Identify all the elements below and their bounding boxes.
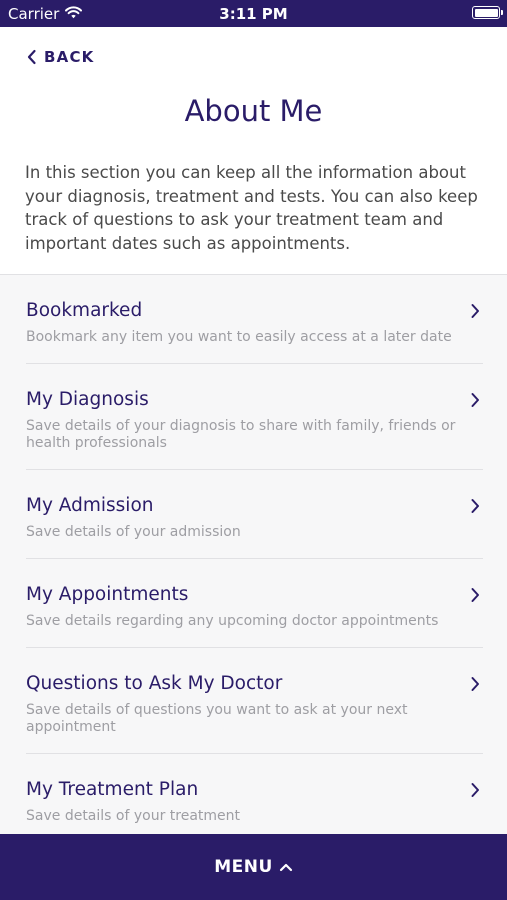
battery-icon <box>472 6 503 19</box>
list-item-subtitle: Save details regarding any upcoming doct… <box>26 613 439 629</box>
chevron-left-icon <box>27 49 36 65</box>
list-item-my-admission[interactable]: My Admission Save details of your admiss… <box>0 470 507 559</box>
list-item-my-treatment-plan[interactable]: My Treatment Plan Save details of your t… <box>0 754 507 834</box>
chevron-right-icon <box>471 304 479 318</box>
list-item-title: Bookmarked <box>26 300 143 321</box>
chevron-right-icon <box>471 499 479 513</box>
page-title: About Me <box>184 94 323 128</box>
chevron-right-icon <box>471 393 479 407</box>
list-item-title: My Treatment Plan <box>26 779 199 800</box>
list-item-bookmarked[interactable]: Bookmarked Bookmark any item you want to… <box>0 275 507 364</box>
list-item-my-diagnosis[interactable]: My Diagnosis Save details of your diagno… <box>0 364 507 470</box>
list-item-my-appointments[interactable]: My Appointments Save details regarding a… <box>0 559 507 648</box>
back-button[interactable]: BACK <box>26 48 94 66</box>
list-item-subtitle: Save details of your treatment <box>26 808 241 824</box>
chevron-up-icon <box>279 863 292 872</box>
chevron-right-icon <box>471 783 479 797</box>
list-item-title: My Appointments <box>26 584 189 605</box>
status-bar: Carrier 3:11 PM <box>0 0 507 27</box>
back-label: BACK <box>44 48 95 66</box>
list-item-title: My Admission <box>26 495 154 516</box>
chevron-right-icon <box>471 588 479 602</box>
list-item-subtitle: Save details of your diagnosis to share … <box>26 418 456 451</box>
chevron-right-icon <box>471 677 479 691</box>
about-me-list: Bookmarked Bookmark any item you want to… <box>0 274 507 834</box>
list-item-title: Questions to Ask My Doctor <box>26 673 283 694</box>
status-time: 3:11 PM <box>219 5 288 23</box>
list-item-subtitle: Bookmark any item you want to easily acc… <box>26 329 452 345</box>
list-item-subtitle: Save details of questions you want to as… <box>26 702 408 735</box>
list-item-questions-to-ask[interactable]: Questions to Ask My Doctor Save details … <box>0 648 507 754</box>
menu-label: MENU <box>214 857 273 877</box>
list-item-subtitle: Save details of your admission <box>26 524 241 540</box>
intro-text: In this section you can keep all the inf… <box>25 163 478 253</box>
list-item-title: My Diagnosis <box>26 389 149 410</box>
menu-button[interactable]: MENU <box>0 834 507 900</box>
